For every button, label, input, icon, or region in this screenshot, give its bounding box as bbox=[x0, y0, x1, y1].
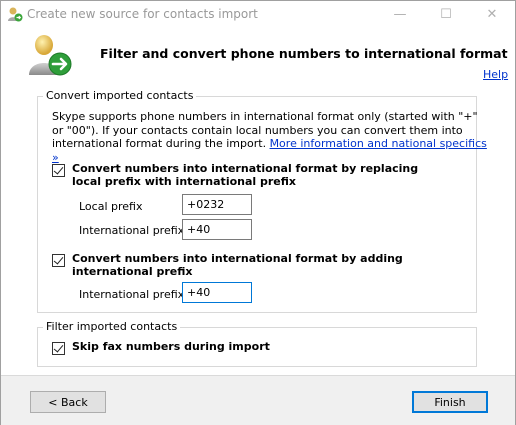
local-prefix-input[interactable] bbox=[182, 194, 252, 215]
window-title: Create new source for contacts import bbox=[27, 7, 258, 21]
close-icon: ✕ bbox=[486, 7, 498, 22]
skip-fax-checkbox[interactable] bbox=[52, 342, 65, 355]
title-bar: Create new source for contacts import — … bbox=[1, 1, 515, 28]
replace-prefix-checkbox[interactable] bbox=[52, 164, 65, 177]
back-button[interactable]: < Back bbox=[30, 391, 106, 413]
skip-fax-checkbox-row[interactable]: Skip fax numbers during import bbox=[52, 340, 352, 355]
close-button[interactable]: ✕ bbox=[469, 1, 515, 28]
add-international-prefix-label: International prefix bbox=[79, 288, 185, 301]
app-contacts-icon bbox=[8, 7, 23, 22]
filter-group-legend: Filter imported contacts bbox=[43, 320, 181, 333]
replace-international-prefix-input[interactable] bbox=[182, 219, 252, 240]
wizard-footer: < Back Finish bbox=[1, 375, 515, 425]
skip-fax-label: Skip fax numbers during import bbox=[72, 340, 270, 353]
help-link[interactable]: Help bbox=[483, 68, 508, 81]
add-international-prefix-input[interactable] bbox=[182, 282, 252, 303]
finish-button[interactable]: Finish bbox=[412, 391, 488, 413]
dialog-window: Create new source for contacts import — … bbox=[0, 0, 516, 425]
add-prefix-label: Convert numbers into international forma… bbox=[72, 252, 403, 278]
minimize-icon: — bbox=[393, 7, 407, 22]
page-title: Filter and convert phone numbers to inte… bbox=[100, 46, 508, 61]
minimize-button[interactable]: — bbox=[377, 1, 423, 28]
replace-international-prefix-label: International prefix bbox=[79, 224, 185, 237]
add-prefix-checkbox-row[interactable]: Convert numbers into international forma… bbox=[52, 252, 412, 278]
user-import-icon bbox=[29, 35, 72, 76]
convert-group-legend: Convert imported contacts bbox=[43, 89, 197, 102]
wizard-header: Filter and convert phone numbers to inte… bbox=[1, 28, 515, 86]
maximize-button[interactable]: ☐ bbox=[423, 1, 469, 28]
convert-description: Skype supports phone numbers in internat… bbox=[52, 110, 492, 164]
local-prefix-label: Local prefix bbox=[79, 200, 143, 213]
replace-prefix-checkbox-row[interactable]: Convert numbers into international forma… bbox=[52, 162, 432, 188]
replace-prefix-label: Convert numbers into international forma… bbox=[72, 162, 419, 188]
maximize-icon: ☐ bbox=[440, 7, 452, 22]
add-prefix-checkbox[interactable] bbox=[52, 254, 65, 267]
